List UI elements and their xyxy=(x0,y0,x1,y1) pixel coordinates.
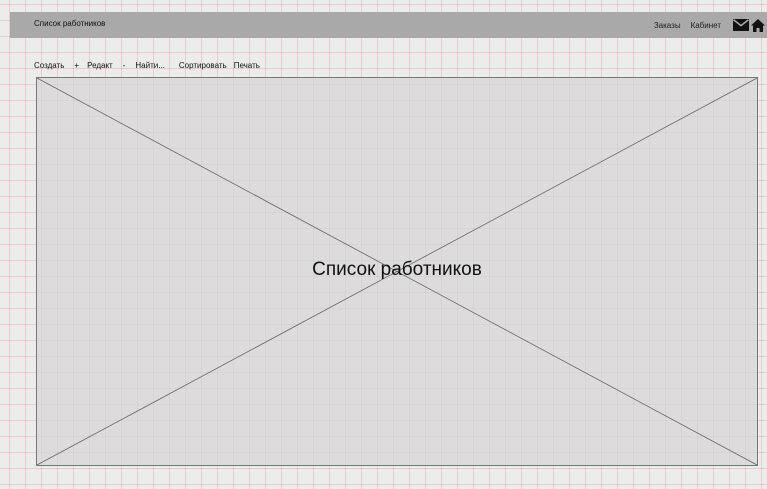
remove-button[interactable]: - xyxy=(123,61,126,70)
print-button[interactable]: Печать xyxy=(234,61,260,70)
create-button[interactable]: Создать xyxy=(34,61,64,70)
nav-link-cabinet[interactable]: Кабинет xyxy=(691,21,721,30)
top-bar: Список работников Заказы Кабинет xyxy=(10,12,767,38)
app-title: Список работников xyxy=(34,19,106,28)
nav-link-orders[interactable]: Заказы xyxy=(654,21,681,30)
find-button[interactable]: Найти... xyxy=(135,61,165,70)
mail-icon[interactable] xyxy=(733,19,749,31)
edit-button[interactable]: Редакт xyxy=(87,61,113,70)
home-icon[interactable] xyxy=(751,18,765,32)
toolbar: Создать + Редакт - Найти... Сортировать … xyxy=(34,59,260,71)
placeholder-label: Список работников xyxy=(312,259,482,280)
sort-button[interactable]: Сортировать xyxy=(179,61,227,70)
top-nav: Заказы Кабинет xyxy=(654,17,765,33)
employee-list-placeholder: Список работников xyxy=(36,77,758,466)
add-button[interactable]: + xyxy=(74,61,79,70)
